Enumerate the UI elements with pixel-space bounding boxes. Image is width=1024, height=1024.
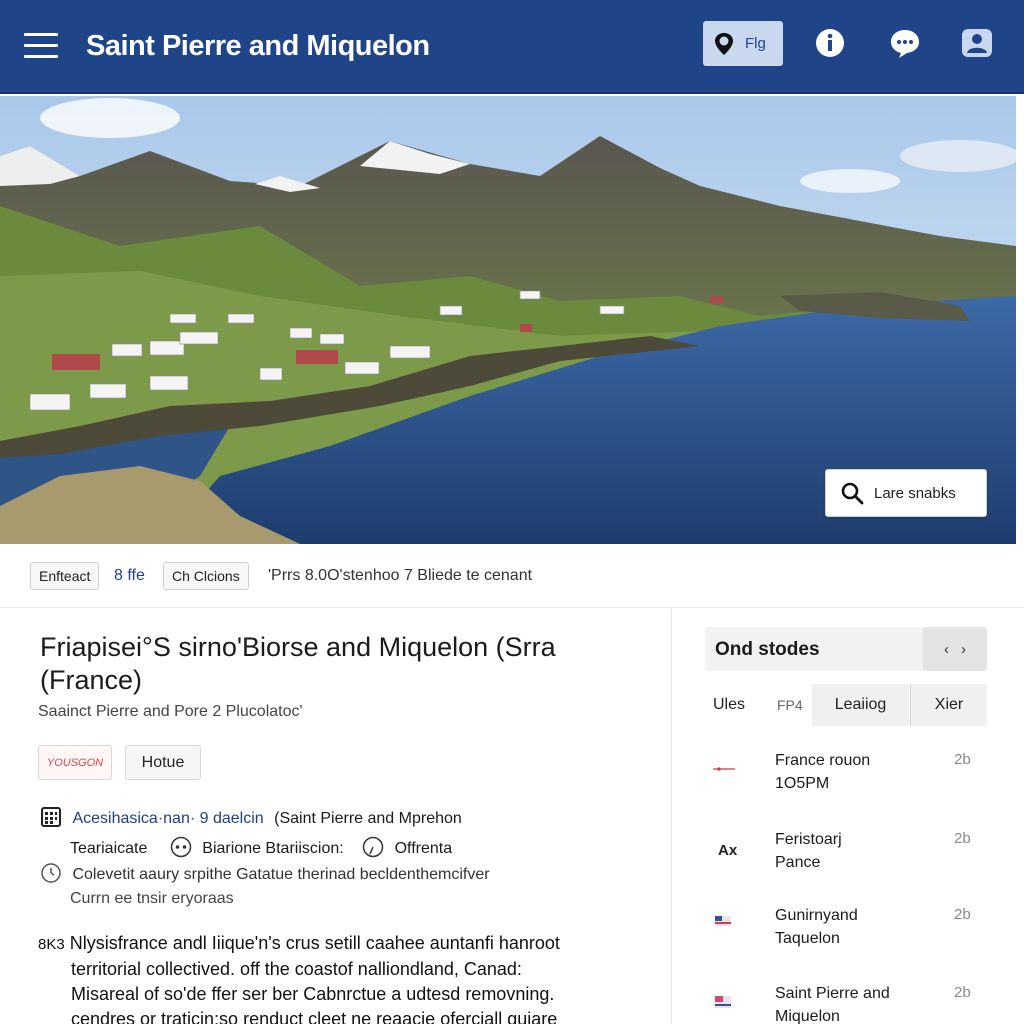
info-row-2: Teariaicate Biarione Btariiscion: Offren… [70,836,452,858]
filter-strip: Enfteact 8 ffe Ch Clcions 'Prrs 8.0O'ste… [0,546,1024,608]
sidebar-header: Ond stodes ‹ › [705,627,987,671]
info-row-1-link[interactable]: Acesihasica·nan· 9 daelcin [72,810,263,827]
article-paragraph-line-1: 8K3 Nlysisfrance andl Iiique'n's crus se… [38,931,638,957]
chevron-right-icon[interactable]: › [961,641,966,658]
clock-icon [41,863,61,883]
sidebar-item-line-2: Pance [775,854,821,871]
info-row-1: Acesihasica·nan· 9 daelcin (Saint Pierre… [40,806,462,828]
sidebar-tabs: Ules FP4 Leaiiog Xier [705,684,987,726]
circle-icon [362,836,384,858]
flag-button-label: Flg [745,35,766,52]
top-header: Saint Pierre and Miquelon Flg [0,0,1024,94]
article-paragraph-line-2: territorial collectived. off the coastof… [71,959,522,979]
article-panel: Friapisei°S sirno'Biorse and Miquelon (S… [0,609,672,1024]
item-thumbnail-icon [713,767,735,771]
sidebar-item-line-1: Saint Pierre and [775,985,890,1002]
flag-button[interactable]: Flg [703,21,783,66]
filter-chip-1[interactable]: Enfteact [30,562,100,590]
info-row-2-b: Biarione Btariiscion: [202,840,344,857]
search-icon [841,482,864,505]
tab-leaiiog[interactable]: Leaiiog [812,684,909,726]
info-row-3-text: Colevetit aaury srpithe Gatatue therinad… [72,866,490,883]
tab-ules[interactable]: Ules [713,684,753,726]
menu-icon[interactable] [24,33,58,59]
chat-icon[interactable] [889,27,921,59]
flag-icon [715,916,731,926]
article-title: Friapisei°S sirno'Biorse and Miquelon (S… [40,632,556,695]
sidebar-item-line-1: Feristoarj [775,831,842,848]
info-row-1-text: (Saint Pierre and Mprehon [274,810,462,827]
info-row-3: Colevetit aaury srpithe Gatatue therinad… [40,862,490,884]
sidebar-item-line-2: 1O5PM [775,775,830,792]
tab-xier[interactable]: Xier [910,684,987,726]
info-icon[interactable] [814,27,846,59]
location-pin-icon [715,32,733,55]
sidebar-item-text: Saint Pierre and Miquelon [775,982,935,1024]
hero-search-button[interactable]: Lare snabks [825,469,987,517]
sidebar-item-line-2: Taquelon [775,930,840,947]
sidebar-pager: ‹ › [923,627,987,671]
sidebar-item-count: 2b [954,906,971,923]
para-prefix: 8K3 [38,936,65,953]
info-row-2-c: Offrenta [394,840,453,857]
app-title: Saint Pierre and Miquelon [86,30,430,62]
sidebar-item-line-1: France rouon [775,752,871,769]
info-row-2-a: Teariaicate [70,840,148,857]
profile-icon[interactable] [961,27,993,59]
calendar-icon [41,807,61,827]
sidebar-item-line-2: Miquelon [775,1008,840,1024]
sidebar-item-count: 2b [954,984,971,1001]
sidebar-item-text: Gunirnyand Taquelon [775,904,935,950]
sidebar-title: Ond stodes [715,639,820,660]
tag-badge-red[interactable]: YOUSGON [38,745,112,780]
filter-chip-2[interactable]: Ch Clcions [163,562,249,590]
flag-icon [715,996,731,1008]
chevron-left-icon[interactable]: ‹ [944,641,949,658]
sidebar-item-line-1: Gunirnyand [775,907,858,924]
item-thumbnail-label: Ax [718,842,738,859]
filter-link[interactable]: 8 ffe [114,567,145,585]
tag-badge-hotue[interactable]: Hotue [125,745,201,780]
para-line-1-text: Nlysisfrance andl Iiique'n's crus setill… [69,933,560,953]
sidebar-item-count: 2b [954,751,971,768]
info-row-4: Currn ee tnsir eryoraas [70,890,234,907]
sidebar-item-text: Feristoarj Pance [775,828,935,874]
article-paragraph: 8K3 Nlysisfrance andl Iiique'n's crus se… [38,931,638,1024]
sidebar-item-count: 2b [954,830,971,847]
article-paragraph-line-3: Misareal of so'de ffer ser ber Cabnrctue… [71,984,555,1004]
filter-summary-text: 'Prrs 8.0O'stenhoo 7 Bliede te cenant [268,567,533,584]
hero-search-label: Lare snabks [874,484,956,502]
sidebar-item-text: France rouon 1O5PM [775,749,935,795]
article-subtitle: Saainct Pierre and Pore 2 Plucolatoc' [38,703,303,720]
tab-fp4[interactable]: FP4 [777,684,811,726]
related-sidebar: Ond stodes ‹ › Ules FP4 Leaiiog Xier Fra… [673,609,1024,1024]
article-paragraph-line-4: cendres or traticin:so renduct cleet ne … [71,1009,558,1024]
dots-icon [170,836,192,858]
